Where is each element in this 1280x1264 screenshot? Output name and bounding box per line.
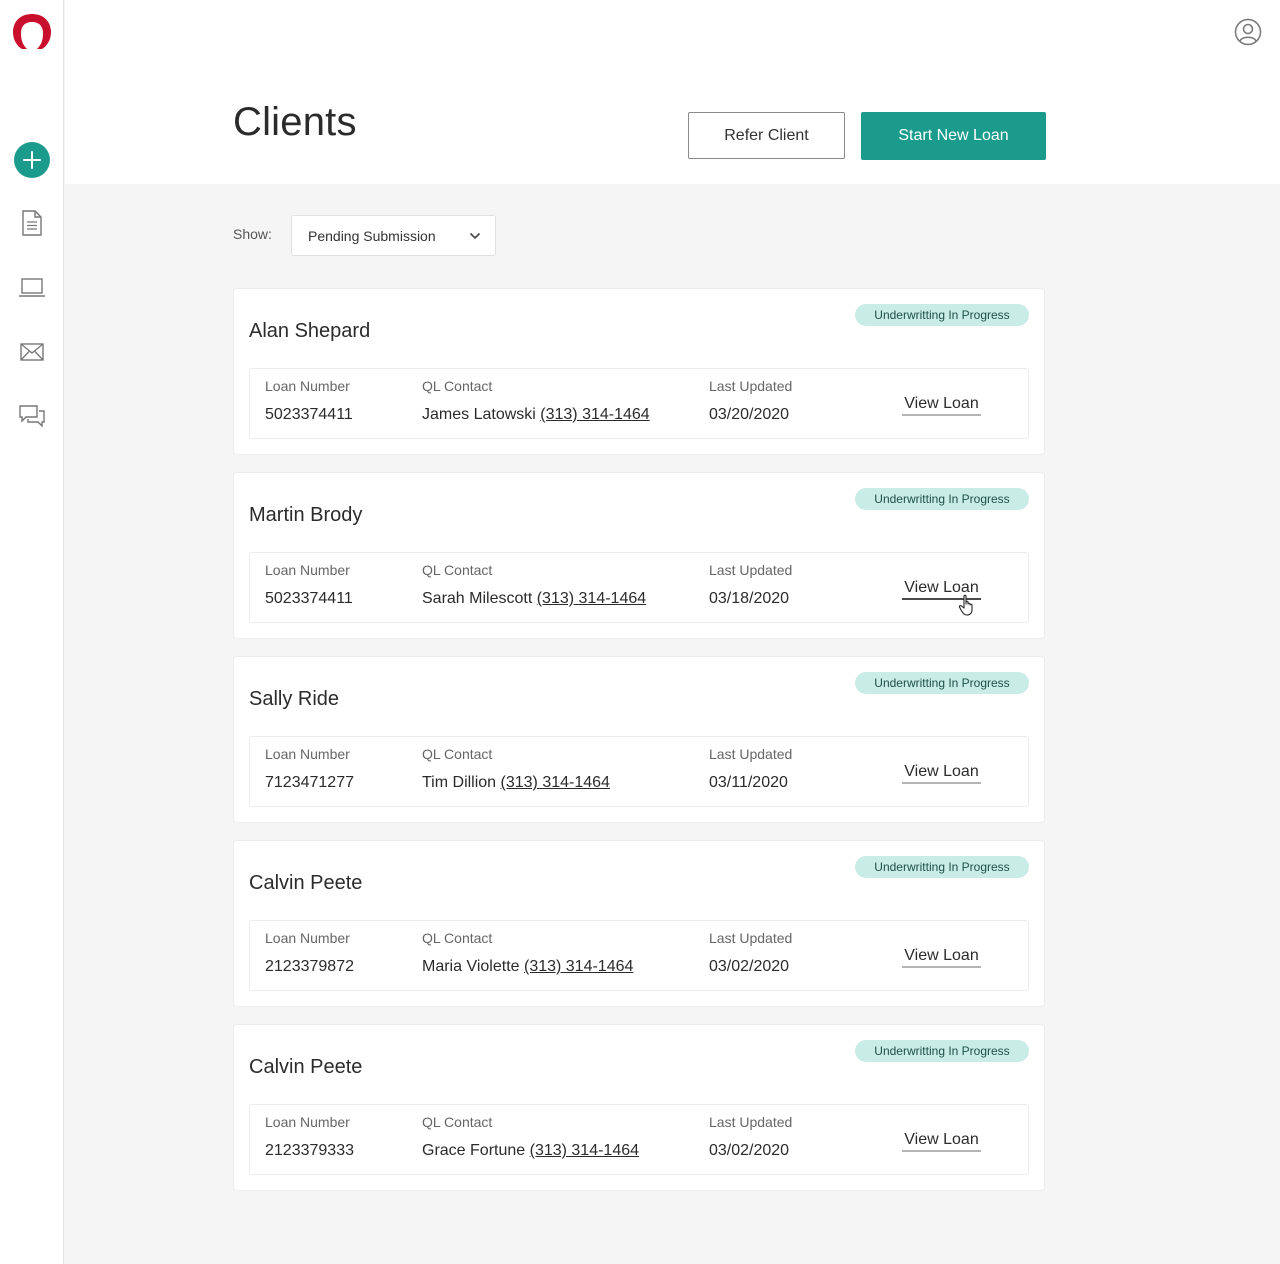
- sidebar-item-documents[interactable]: [18, 209, 46, 237]
- loan-number-value: 2123379333: [265, 1142, 354, 1159]
- last-updated-label: Last Updated: [709, 378, 793, 394]
- ql-contact-value: Grace Fortune (313) 314-1464: [422, 1142, 639, 1160]
- ql-contact-label: QL Contact: [422, 1114, 493, 1130]
- last-updated-value: 03/18/2020: [709, 590, 790, 607]
- ql-contact-label: QL Contact: [422, 930, 493, 946]
- client-name: Calvin Peete: [249, 1056, 363, 1078]
- client-name: Alan Shepard: [249, 320, 371, 342]
- status-filter-select[interactable]: Pending Submission: [291, 215, 496, 256]
- contact-name: Sarah Milescott: [422, 590, 533, 607]
- last-updated-value: 03/20/2020: [709, 406, 790, 423]
- contact-phone-link[interactable]: (313) 314-1464: [537, 590, 646, 607]
- chat-icon: [19, 405, 45, 427]
- loan-details: Loan Number QL Contact Last Updated 5023…: [249, 552, 1029, 623]
- contact-phone-link[interactable]: (313) 314-1464: [524, 958, 633, 975]
- status-badge: Underwritting In Progress: [855, 1040, 1029, 1062]
- status-badge: Underwritting In Progress: [855, 856, 1029, 878]
- plus-icon: [23, 151, 41, 169]
- client-card: Calvin Peete Underwritting In Progress L…: [233, 840, 1045, 1007]
- client-card: Martin Brody Underwritting In Progress L…: [233, 472, 1045, 639]
- loan-number-value: 5023374411: [265, 590, 353, 607]
- status-filter-value: Pending Submission: [308, 227, 436, 244]
- view-loan-link[interactable]: View Loan: [902, 763, 981, 784]
- page-title: Clients: [233, 100, 357, 144]
- sidebar-item-computer[interactable]: [18, 274, 46, 302]
- user-account-icon[interactable]: [1234, 18, 1262, 46]
- last-updated-label: Last Updated: [709, 1114, 793, 1130]
- view-loan-link[interactable]: View Loan: [902, 395, 981, 416]
- view-loan-link[interactable]: View Loan: [902, 947, 981, 968]
- status-badge: Underwritting In Progress: [855, 488, 1029, 510]
- client-name: Sally Ride: [249, 688, 340, 710]
- contact-phone-link[interactable]: (313) 314-1464: [501, 774, 610, 791]
- last-updated-value: 03/02/2020: [709, 1142, 790, 1159]
- contact-phone-link[interactable]: (313) 314-1464: [540, 406, 649, 423]
- loan-details: Loan Number QL Contact Last Updated 2123…: [249, 920, 1029, 991]
- ql-contact-value: Maria Violette (313) 314-1464: [422, 958, 633, 976]
- client-card: Sally Ride Underwritting In Progress Loa…: [233, 656, 1045, 823]
- ql-contact-value: James Latowski (313) 314-1464: [422, 406, 650, 424]
- refer-client-button[interactable]: Refer Client: [688, 112, 845, 159]
- new-loan-plus-button[interactable]: [14, 142, 50, 178]
- last-updated-label: Last Updated: [709, 562, 793, 578]
- filter-label: Show:: [233, 226, 272, 242]
- contact-name: James Latowski: [422, 406, 536, 423]
- contact-name: Maria Violette: [422, 958, 520, 975]
- status-badge: Underwritting In Progress: [855, 672, 1029, 694]
- ql-contact-value: Sarah Milescott (313) 314-1464: [422, 590, 646, 608]
- loan-details: Loan Number QL Contact Last Updated 5023…: [249, 368, 1029, 439]
- ql-contact-value: Tim Dillion (313) 314-1464: [422, 774, 610, 792]
- mail-icon: [20, 343, 44, 361]
- loan-number-label: Loan Number: [265, 746, 350, 762]
- sidebar-item-chat[interactable]: [18, 402, 46, 430]
- loan-number-label: Loan Number: [265, 930, 350, 946]
- client-name: Calvin Peete: [249, 872, 363, 894]
- start-new-loan-button[interactable]: Start New Loan: [861, 112, 1046, 160]
- ql-contact-label: QL Contact: [422, 378, 493, 394]
- view-loan-link[interactable]: View Loan: [902, 1131, 981, 1152]
- logo-icon[interactable]: [12, 13, 52, 53]
- last-updated-value: 03/02/2020: [709, 958, 790, 975]
- sidebar: [0, 0, 64, 1264]
- client-card: Alan Shepard Underwritting In Progress L…: [233, 288, 1045, 455]
- last-updated-label: Last Updated: [709, 746, 793, 762]
- page-header: Clients Refer Client Start New Loan: [65, 0, 1280, 184]
- loan-number-value: 2123379872: [265, 958, 354, 975]
- client-card: Calvin Peete Underwritting In Progress L…: [233, 1024, 1045, 1191]
- chevron-down-icon: [469, 232, 481, 240]
- loan-number-label: Loan Number: [265, 1114, 350, 1130]
- hand-cursor-icon: [958, 594, 973, 616]
- loan-number-label: Loan Number: [265, 562, 350, 578]
- contact-name: Grace Fortune: [422, 1142, 526, 1159]
- status-badge: Underwritting In Progress: [855, 304, 1029, 326]
- loan-number-value: 7123471277: [265, 774, 354, 791]
- client-name: Martin Brody: [249, 504, 363, 526]
- contact-name: Tim Dillion: [422, 774, 497, 791]
- last-updated-label: Last Updated: [709, 930, 793, 946]
- loan-number-value: 5023374411: [265, 406, 353, 423]
- document-icon: [22, 210, 42, 236]
- contact-phone-link[interactable]: (313) 314-1464: [530, 1142, 639, 1159]
- ql-contact-label: QL Contact: [422, 562, 493, 578]
- ql-contact-label: QL Contact: [422, 746, 493, 762]
- sidebar-item-mail[interactable]: [18, 338, 46, 366]
- laptop-icon: [19, 278, 45, 297]
- loan-details: Loan Number QL Contact Last Updated 2123…: [249, 1104, 1029, 1175]
- loan-number-label: Loan Number: [265, 378, 350, 394]
- loan-details: Loan Number QL Contact Last Updated 7123…: [249, 736, 1029, 807]
- last-updated-value: 03/11/2020: [709, 774, 788, 791]
